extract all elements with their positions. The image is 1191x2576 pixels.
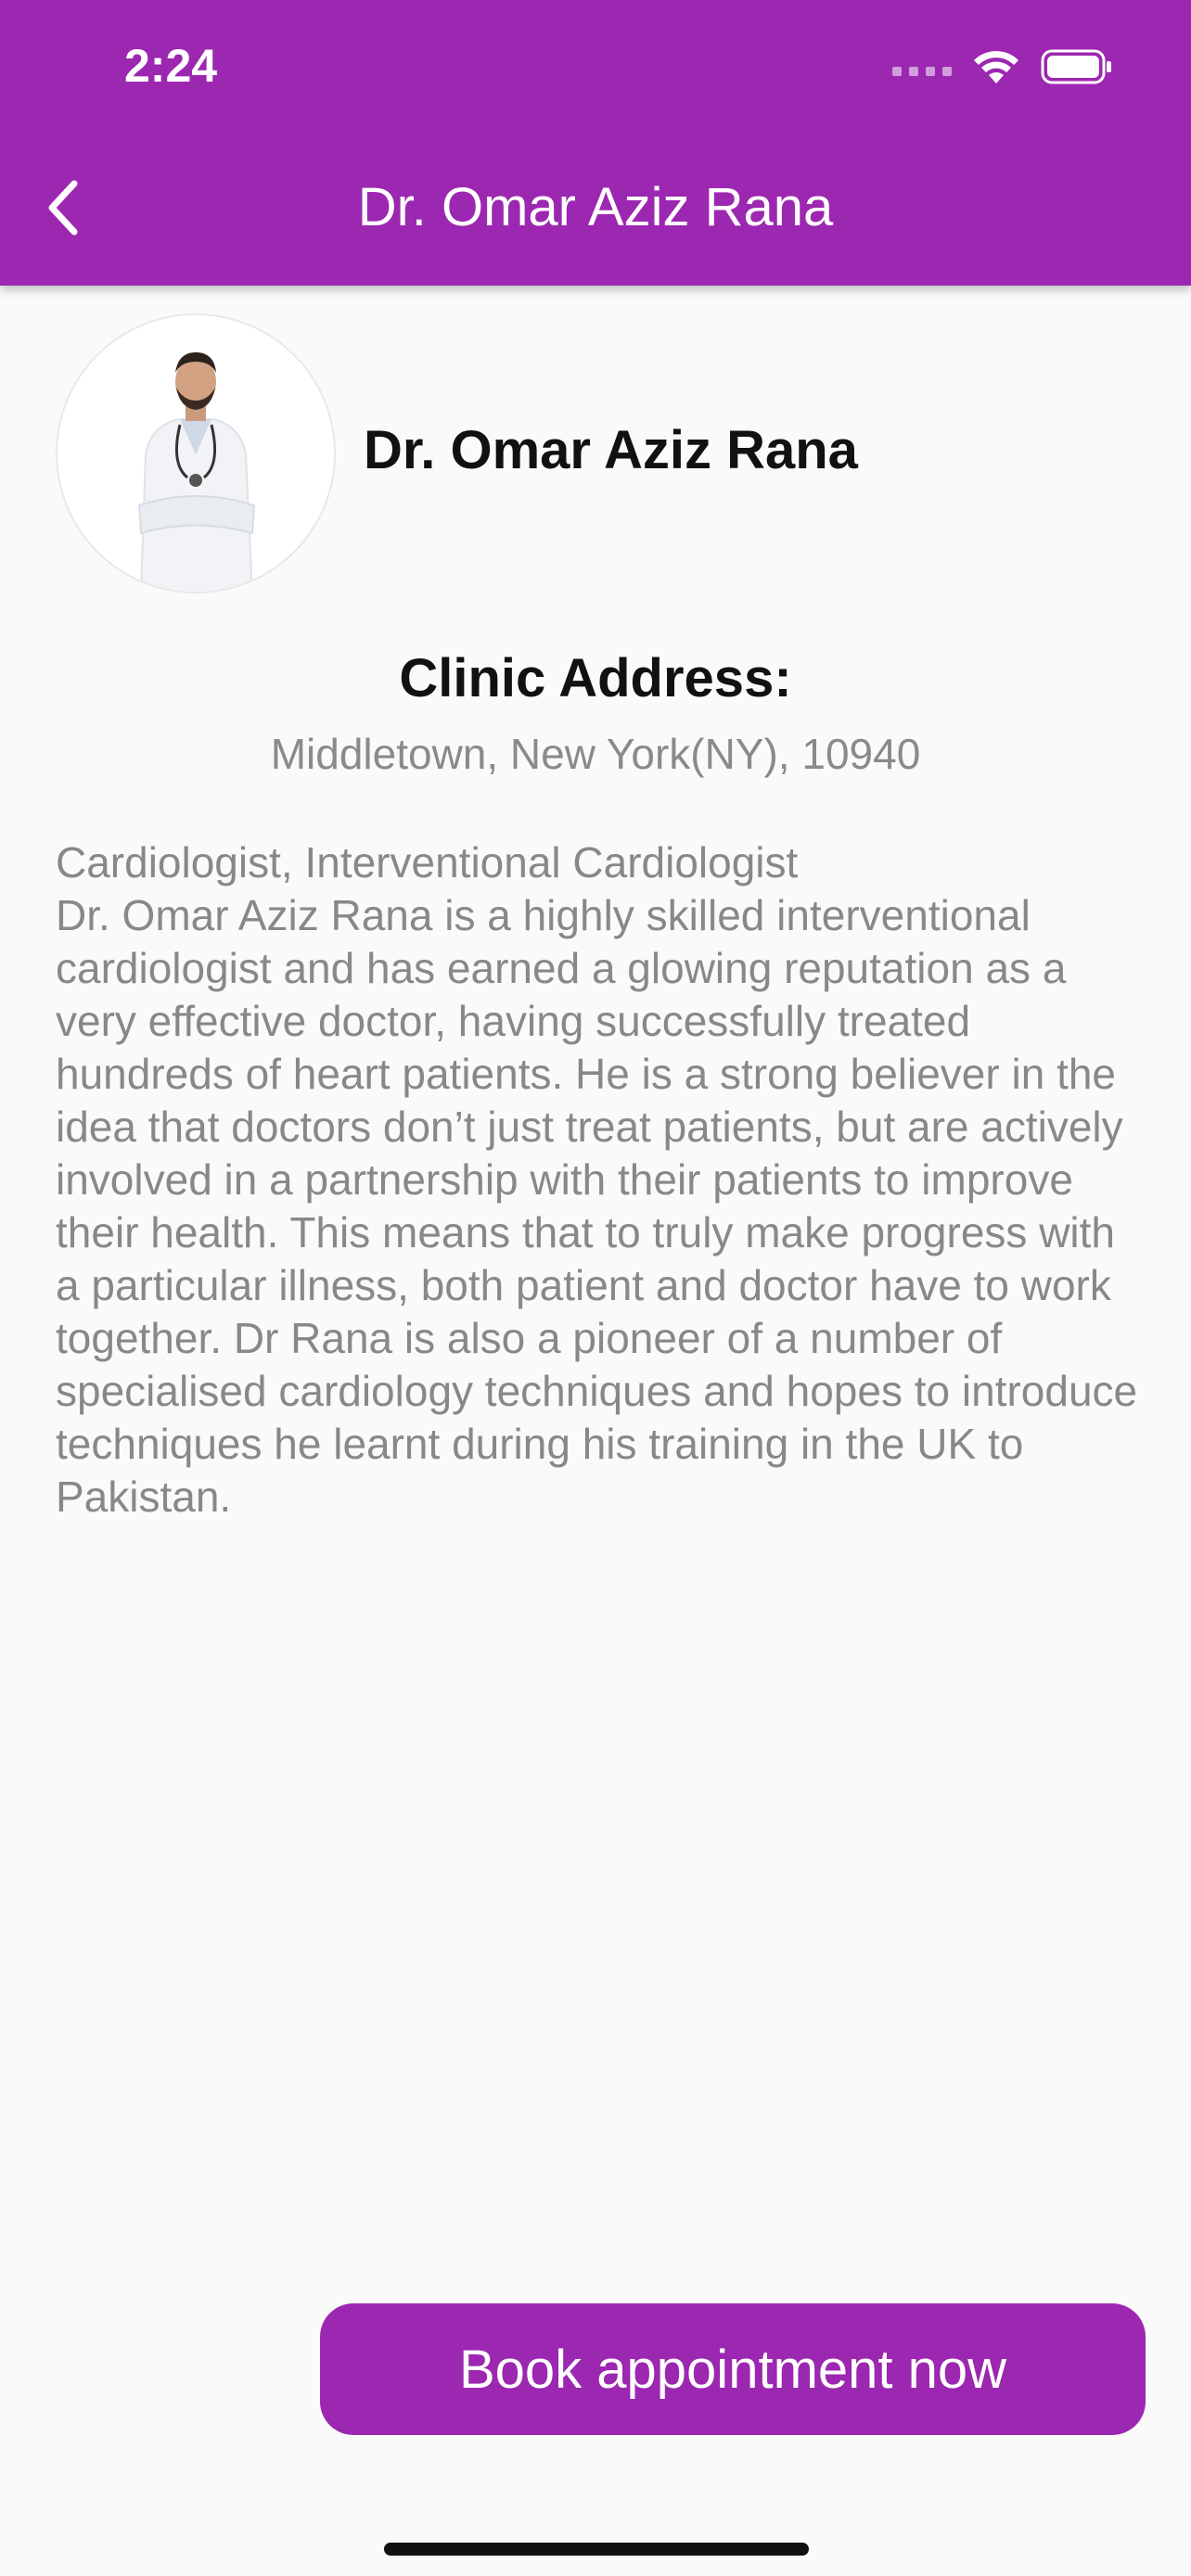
clinic-address-heading: Clinic Address: (399, 648, 792, 708)
status-time: 2:24 (124, 40, 218, 92)
clinic-address: Middletown, New York(NY), 10940 (270, 730, 921, 778)
doctor-bio: Cardiologist, Interventional Cardiologis… (56, 836, 1141, 1524)
doctor-specialty: Cardiologist, Interventional Cardiologis… (56, 838, 799, 886)
page-title: Dr. Omar Aziz Rana (357, 177, 834, 237)
wifi-icon (974, 51, 1018, 83)
book-appointment-button[interactable]: Book appointment now (320, 2303, 1146, 2435)
doctor-description: Dr. Omar Aziz Rana is a highly skilled i… (56, 891, 1138, 1521)
battery-icon (1041, 49, 1111, 84)
app-bar: 2:24 Dr. Omar Aziz Rana (0, 0, 1191, 286)
doctor-avatar (56, 313, 336, 593)
home-indicator (384, 2543, 809, 2556)
doctor-portrait-image (58, 315, 334, 592)
status-icons (892, 43, 1113, 91)
doctor-name: Dr. Omar Aziz Rana (364, 420, 858, 480)
cellular-signal-icon (892, 57, 952, 76)
